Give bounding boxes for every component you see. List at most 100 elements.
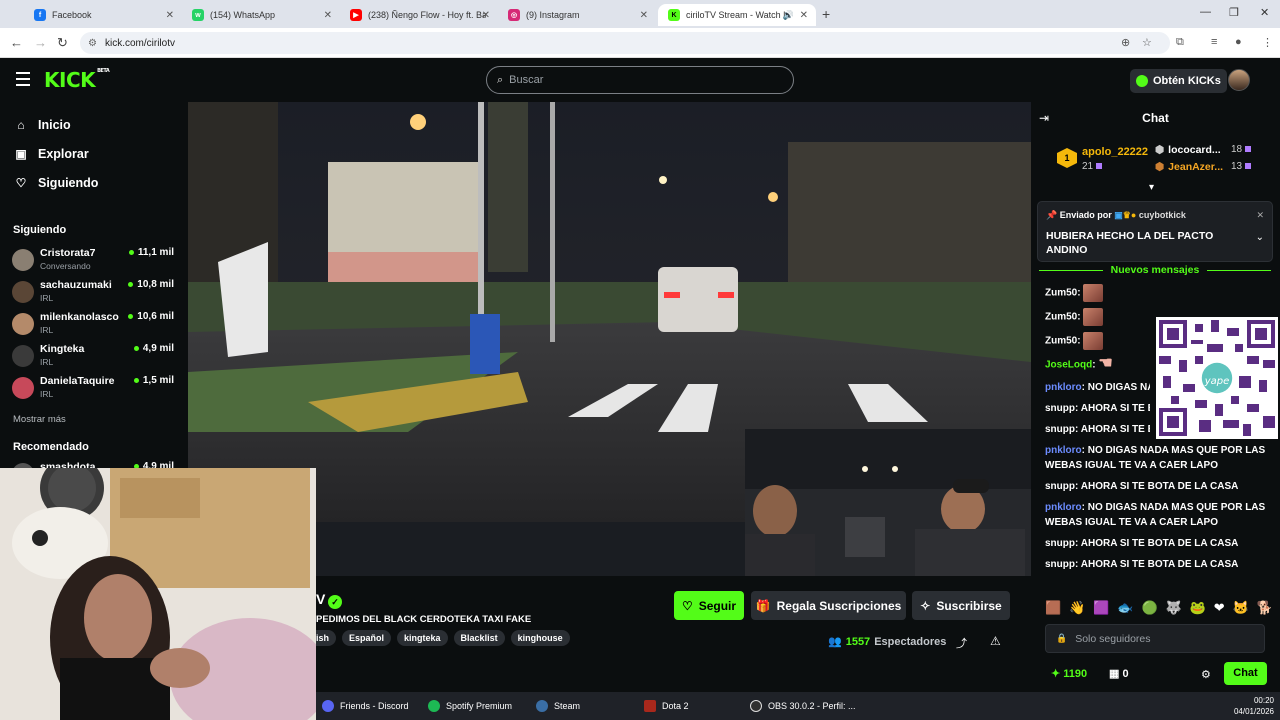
chat-input[interactable] <box>1075 632 1256 645</box>
bookmark-star-icon[interactable]: ☆ <box>1142 36 1152 49</box>
emote-icon[interactable]: ❤ <box>1214 600 1225 616</box>
extensions-icon[interactable]: ⧉ <box>1176 36 1184 49</box>
emote-icon <box>1083 284 1104 302</box>
browse-icon: ▣ <box>15 147 27 161</box>
leaderboard-user[interactable]: ⬢ lococard... <box>1155 144 1221 156</box>
menu-icon[interactable] <box>16 72 30 90</box>
chat-message: snupp: AHORA SI TE BOTA DE LA CASA <box>1045 481 1239 492</box>
home-icon: ⌂ <box>17 118 25 132</box>
crown-icon: ♛ <box>1122 210 1131 220</box>
leaderboard-user[interactable]: apolo_22222 <box>1082 146 1148 158</box>
emote-icon[interactable]: 🐕 <box>1257 600 1273 616</box>
search-icon: ⌕ <box>497 73 504 86</box>
follow-button[interactable]: ♡ Seguir <box>674 591 744 620</box>
emote-icon[interactable]: 🐺 <box>1166 600 1182 616</box>
search-input[interactable] <box>509 74 770 86</box>
close-tab-icon[interactable]: ✕ <box>800 10 808 21</box>
tag[interactable]: ish <box>316 630 337 646</box>
emote-icon[interactable]: 🟫 <box>1045 600 1061 616</box>
media-control-icon[interactable]: ≡ <box>1211 36 1217 48</box>
system-clock[interactable]: 00:20 04/01/2026 <box>1234 695 1274 717</box>
minimize-icon[interactable]: — <box>1200 6 1211 18</box>
taskbar-item-discord[interactable]: Friends - Discord <box>322 700 409 712</box>
browser-tab-instagram[interactable]: ◎ (9) Instagram ✕ <box>498 4 656 26</box>
show-more-link[interactable]: Mostrar más <box>13 414 66 425</box>
avatar <box>12 281 34 303</box>
chat-settings-icon[interactable]: ⚙ <box>1201 668 1211 681</box>
nav-siguiendo[interactable]: ♡ Siguiendo <box>14 176 99 190</box>
chat-message: pnkloro: NO DIGAS NADA MAS QUE POR LAS W… <box>1045 382 1150 393</box>
close-window-icon[interactable]: ✕ <box>1260 6 1269 19</box>
taskbar-item-steam[interactable]: Steam <box>536 700 580 712</box>
subscribe-button[interactable]: ✧ Suscribirse <box>912 591 1010 620</box>
chat-message: snupp: AHORA SI TE BOTA DE LA CASA <box>1045 538 1239 549</box>
get-kicks-button[interactable]: Obtén KICKs <box>1130 69 1227 93</box>
site-info-icon[interactable]: ⚙ <box>88 38 97 49</box>
channel-points[interactable]: ✦ 1190 <box>1051 667 1087 680</box>
following-channel[interactable]: Cristorata7 Conversando 11,1 mil <box>12 246 178 276</box>
gift-subs-button[interactable]: 🎁 Regala Suscripciones <box>751 591 906 620</box>
unpin-icon[interactable]: ✕ <box>1256 210 1264 221</box>
tag[interactable]: Blacklist <box>453 630 505 646</box>
search-box[interactable]: ⌕ <box>486 66 794 94</box>
emote-icon <box>1083 332 1104 350</box>
close-tab-icon[interactable]: ✕ <box>166 10 174 21</box>
following-channel[interactable]: milenkanolasco IRL 10,6 mil <box>12 310 178 340</box>
emote-icon[interactable]: 🟢 <box>1141 600 1157 616</box>
emote-icon[interactable]: 🐸 <box>1190 600 1206 616</box>
avatar <box>12 377 34 399</box>
emote-icon[interactable]: 🐟 <box>1117 600 1133 616</box>
expand-leaderboard-icon[interactable]: ▾ <box>1149 182 1154 193</box>
close-tab-icon[interactable]: ✕ <box>324 10 332 21</box>
gift-icon: 🎁 <box>755 598 771 613</box>
browser-tab-whatsapp[interactable]: w (154) WhatsApp ✕ <box>182 4 340 26</box>
tag[interactable]: Español <box>342 630 392 646</box>
reload-icon[interactable]: ↻ <box>57 35 68 51</box>
browser-tab-kick[interactable]: K ciriloTV Stream - Watch Live 🔊 ✕ <box>658 4 816 26</box>
forward-icon[interactable]: → <box>34 35 47 50</box>
rank-2-icon: ⬢ <box>1155 144 1165 156</box>
tag[interactable]: kinghouse <box>510 630 570 646</box>
user-avatar[interactable] <box>1228 69 1250 91</box>
emote-icon[interactable]: 🟪 <box>1093 600 1109 616</box>
new-tab-icon[interactable]: + <box>822 6 830 22</box>
browser-tab-youtube[interactable]: ▶ (238) Ñengo Flow - Hoy ft. Bad ✕ <box>340 4 498 26</box>
taskbar-item-obs[interactable]: OBS 30.0.2 - Perfil: ... <box>750 700 856 712</box>
browser-menu-icon[interactable]: ⋮ <box>1262 36 1273 49</box>
leaderboard-user[interactable]: ⬢ JeanAzer... <box>1155 161 1223 173</box>
following-channel[interactable]: DanielaTaquire IRL 1,5 mil <box>12 374 178 404</box>
chevron-down-icon[interactable]: ⌄ <box>1256 232 1264 243</box>
tab-label: (154) WhatsApp <box>210 10 276 20</box>
emote-icon[interactable]: 👋 <box>1069 600 1085 616</box>
nav-explorar[interactable]: ▣ Explorar <box>14 147 88 161</box>
browser-tab-facebook[interactable]: f Facebook ✕ <box>24 4 182 26</box>
send-chat-button[interactable]: Chat <box>1224 662 1267 685</box>
instagram-icon: ◎ <box>508 9 520 21</box>
audio-playing-icon[interactable]: 🔊 <box>783 10 794 21</box>
tag[interactable]: kingteka <box>397 630 448 646</box>
taskbar-item-dota2[interactable]: Dota 2 <box>644 700 689 712</box>
kick-logo[interactable]: KICK BETA <box>44 68 110 92</box>
zoom-icon[interactable]: ⊕ <box>1121 36 1130 49</box>
report-icon[interactable]: ⚠ <box>990 634 1001 648</box>
url-field[interactable]: ⚙ kick.com/cirilotv <box>80 32 1170 54</box>
new-messages-divider: Nuevos mensajes <box>1039 264 1271 276</box>
profile-icon[interactable]: ● <box>1235 36 1242 48</box>
back-icon[interactable]: ← <box>10 35 23 50</box>
following-channel[interactable]: Kingteka IRL 4,9 mil <box>12 342 178 372</box>
close-tab-icon[interactable]: ✕ <box>640 10 648 21</box>
nav-inicio[interactable]: ⌂ Inicio <box>14 118 70 132</box>
restore-icon[interactable]: ❐ <box>1229 6 1239 19</box>
share-icon[interactable]: ⤴ <box>956 635 967 651</box>
taskbar-item-spotify[interactable]: Spotify Premium <box>428 700 512 712</box>
gift-box-count[interactable]: ▦ 0 <box>1109 667 1129 680</box>
emote-icon[interactable]: 🐱 <box>1233 600 1249 616</box>
channel-name[interactable]: V <box>316 591 325 607</box>
sparkle-icon: ✧ <box>920 598 931 613</box>
lock-icon: 🔒 <box>1056 633 1068 643</box>
close-tab-icon[interactable]: ✕ <box>482 10 490 21</box>
badge-icon: ▣ <box>1114 210 1123 220</box>
following-channel[interactable]: sachauzumaki IRL 10,8 mil <box>12 278 178 308</box>
chat-input-box[interactable]: 🔒 <box>1045 624 1265 653</box>
pinned-message: 📌 Enviado por ▣♛● cuybotkick ✕ HUBIERA H… <box>1037 201 1273 262</box>
